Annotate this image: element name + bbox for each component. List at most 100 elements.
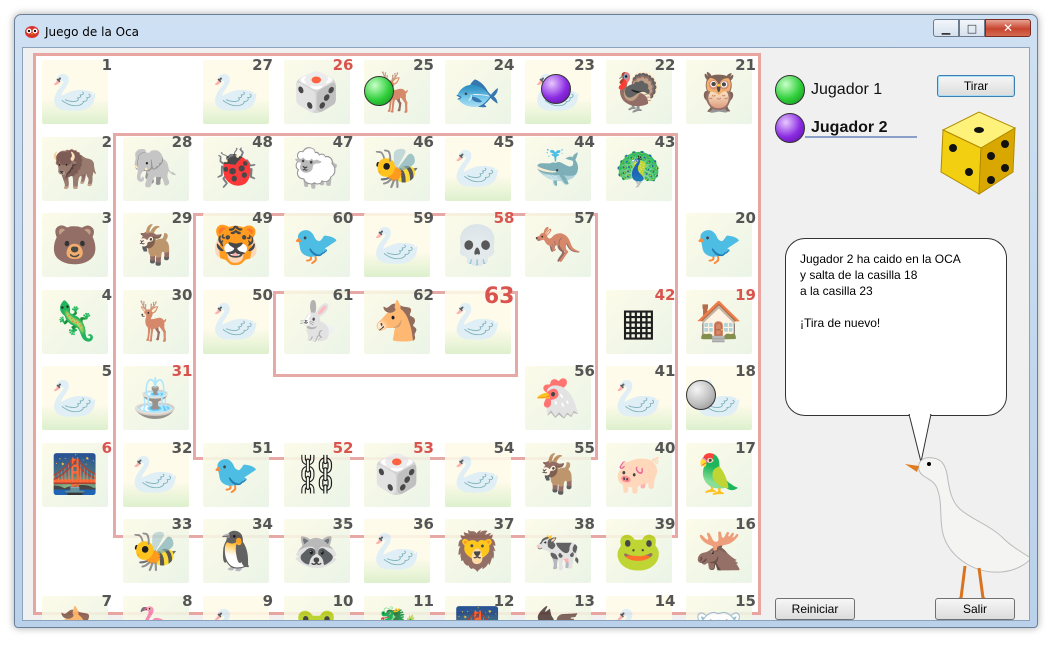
board-cell-5: 🦢 5 — [36, 362, 116, 438]
cell-number: 26 — [332, 56, 354, 74]
board-cell-10: 🐸10 — [278, 591, 358, 620]
board-cell-53: 🎲 53 — [358, 439, 438, 515]
cell-number: 23 — [574, 56, 595, 74]
cell-number: 36 — [413, 515, 434, 533]
cell-number: 20 — [735, 209, 756, 227]
owl-app-icon — [25, 26, 39, 38]
board-cell-56: 🐔 56 — [519, 362, 599, 438]
cell-number: 24 — [493, 56, 515, 74]
board-cell-41: 🦢 41 — [600, 362, 680, 438]
maximize-icon: □ — [966, 21, 978, 35]
cell-number: 5 — [101, 362, 112, 380]
cell-number: 12 — [493, 591, 515, 610]
roll-button[interactable]: Tirar — [937, 75, 1015, 97]
player-2-token-icon — [775, 113, 805, 143]
bridge-icon: 🌉 — [42, 442, 108, 507]
cell-number: 32 — [171, 438, 193, 457]
player-1-board-token-icon — [364, 76, 394, 106]
game-board: 🦢1🦬2🐻3🦎4🦢5🌉6🐴7🦩8🦢9🐸10🐉11🌉12🦅13🦢14🐻‍❄️15🫎… — [33, 53, 761, 620]
board-cell-9: 🦢9 — [197, 591, 277, 620]
cell-number: 41 — [654, 362, 676, 380]
cell-number: 50 — [252, 285, 273, 304]
goose-icon: 🦢 — [42, 366, 108, 430]
message-line: a la casilla 23 — [800, 284, 873, 298]
cell-number: 48 — [252, 132, 273, 151]
board-cell-54: 🦢 54 — [439, 439, 519, 515]
board-cell-12: 🌉12 — [439, 591, 519, 620]
board-cell-30: 🦌 30 — [117, 286, 197, 362]
cell-number: 37 — [493, 515, 515, 533]
cell-number: 60 — [332, 209, 354, 227]
board-cell-17: 🦜 17 — [680, 439, 760, 515]
cell-number: 35 — [332, 515, 354, 533]
cell-number: 6 — [101, 438, 112, 457]
cell-number: 63 — [483, 283, 515, 309]
cell-number: 29 — [171, 209, 193, 227]
cell-number: 52 — [332, 438, 354, 457]
board-cell-35: 🦝 35 — [278, 515, 358, 591]
player-2-name: Jugador 2 — [811, 119, 888, 136]
board-cell-55: 🐐 55 — [519, 439, 599, 515]
board-cell-52: ⛓ 52 — [278, 439, 358, 515]
cell-number: 16 — [735, 515, 756, 533]
goose-icon: 🦢 — [203, 595, 269, 620]
board-cell-20: 🐦 20 — [680, 209, 760, 285]
cell-number: 18 — [735, 362, 756, 380]
board-cell-39: 🐸 39 — [600, 515, 680, 591]
board-cell-2: 🦬 2 — [36, 133, 116, 209]
board-cell-11: 🐉11 — [358, 592, 438, 620]
player-1-row: Jugador 1 — [775, 75, 882, 105]
goose-mascot-icon — [905, 457, 1029, 606]
cell-number: 15 — [735, 591, 756, 610]
cell-number: 55 — [574, 438, 595, 457]
board-cell-44: 🐳 44 — [519, 133, 599, 209]
board-cell-63: 🦢 63 — [439, 283, 519, 362]
message-line — [800, 299, 992, 315]
board-cell-24: 🐟 24 — [439, 56, 519, 132]
minimize-button[interactable]: ▁ — [933, 19, 959, 37]
cell-number: 31 — [171, 362, 193, 380]
player-2-board-token-icon — [541, 74, 571, 104]
cell-number: 4 — [101, 285, 112, 304]
cell-number: 44 — [574, 132, 595, 151]
cell-number: 14 — [654, 591, 676, 610]
board-cell-16: 🫎 16 — [680, 515, 760, 591]
board-cell-31: ⛲ 31 — [117, 362, 197, 438]
player-2-row: Jugador 2 — [775, 113, 887, 143]
board-cell-34: 🐧 34 — [197, 515, 277, 591]
board-cell-15: 🐻‍❄️15 — [680, 591, 760, 620]
board-cell-61: 🐇 61 — [278, 286, 358, 362]
cell-number: 56 — [574, 362, 595, 380]
cell-number: 54 — [493, 438, 515, 457]
cell-number: 1 — [101, 56, 112, 74]
restart-button[interactable]: Reiniciar — [775, 598, 855, 620]
cell-number: 59 — [413, 209, 434, 227]
board-cell-57: 🦘 57 — [519, 209, 599, 285]
close-button[interactable]: ✕ — [985, 19, 1031, 37]
cell-number: 38 — [574, 515, 595, 533]
cell-number: 27 — [252, 56, 273, 74]
client-area: 🦢1🦬2🐻3🦎4🦢5🌉6🐴7🦩8🦢9🐸10🐉11🌉12🦅13🦢14🐻‍❄️15🫎… — [22, 47, 1030, 621]
exit-button[interactable]: Salir — [935, 598, 1015, 620]
cell-number: 8 — [182, 591, 193, 610]
board-cell-51: 🐦 51 — [197, 439, 277, 515]
active-player-underline — [805, 136, 917, 138]
cell-number: 9 — [262, 591, 273, 610]
cell-number: 2 — [101, 132, 112, 151]
cell-number: 51 — [252, 438, 273, 457]
maximize-button[interactable]: □ — [959, 19, 985, 37]
minimize-icon: ▁ — [941, 21, 951, 35]
dice-icon[interactable] — [937, 100, 1017, 200]
board-cell-48: 🐞 48 — [197, 133, 277, 209]
board-cell-43: 🦚 43 — [600, 133, 680, 209]
board-cell-6: 🌉 6 — [36, 439, 116, 515]
board-cell-13: 🦅13 — [519, 592, 599, 620]
cell-number: 3 — [101, 209, 112, 227]
bear-icon: 🐻 — [42, 213, 108, 277]
cell-number: 42 — [654, 285, 676, 304]
cell-number: 17 — [735, 438, 756, 457]
cell-number: 10 — [332, 591, 354, 610]
horse-icon: 🐴 — [42, 595, 108, 620]
chameleon-icon: 🦎 — [42, 289, 108, 354]
board-cell-45: 🦢 45 — [439, 133, 519, 209]
